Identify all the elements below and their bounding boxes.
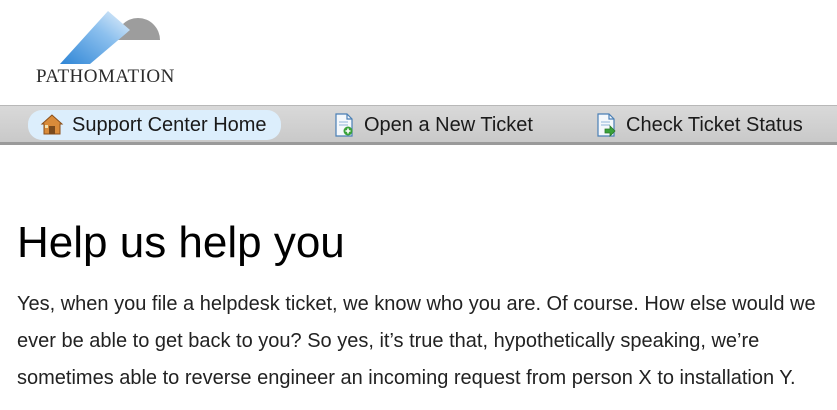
nav-label: Support Center Home xyxy=(72,113,267,136)
nav-open-new-ticket[interactable]: Open a New Ticket xyxy=(332,110,533,140)
nav-support-center-home[interactable]: Support Center Home xyxy=(28,110,281,140)
page-title: Help us help you xyxy=(17,218,345,267)
new-ticket-icon xyxy=(332,113,356,137)
pathomation-logo[interactable]: PATHOMATION xyxy=(36,10,196,90)
article-body: Yes, when you file a helpdesk ticket, we… xyxy=(17,293,816,389)
main-navigation: Support Center Home Open a New Ticket Ch… xyxy=(0,105,837,145)
logo-text: PATHOMATION xyxy=(36,66,175,87)
nav-label: Check Ticket Status xyxy=(626,113,803,136)
nav-label: Open a New Ticket xyxy=(364,113,533,136)
nav-check-ticket-status[interactable]: Check Ticket Status xyxy=(594,110,803,140)
home-icon xyxy=(40,113,64,137)
ticket-status-icon xyxy=(594,113,618,137)
logo-graphic xyxy=(60,11,160,64)
